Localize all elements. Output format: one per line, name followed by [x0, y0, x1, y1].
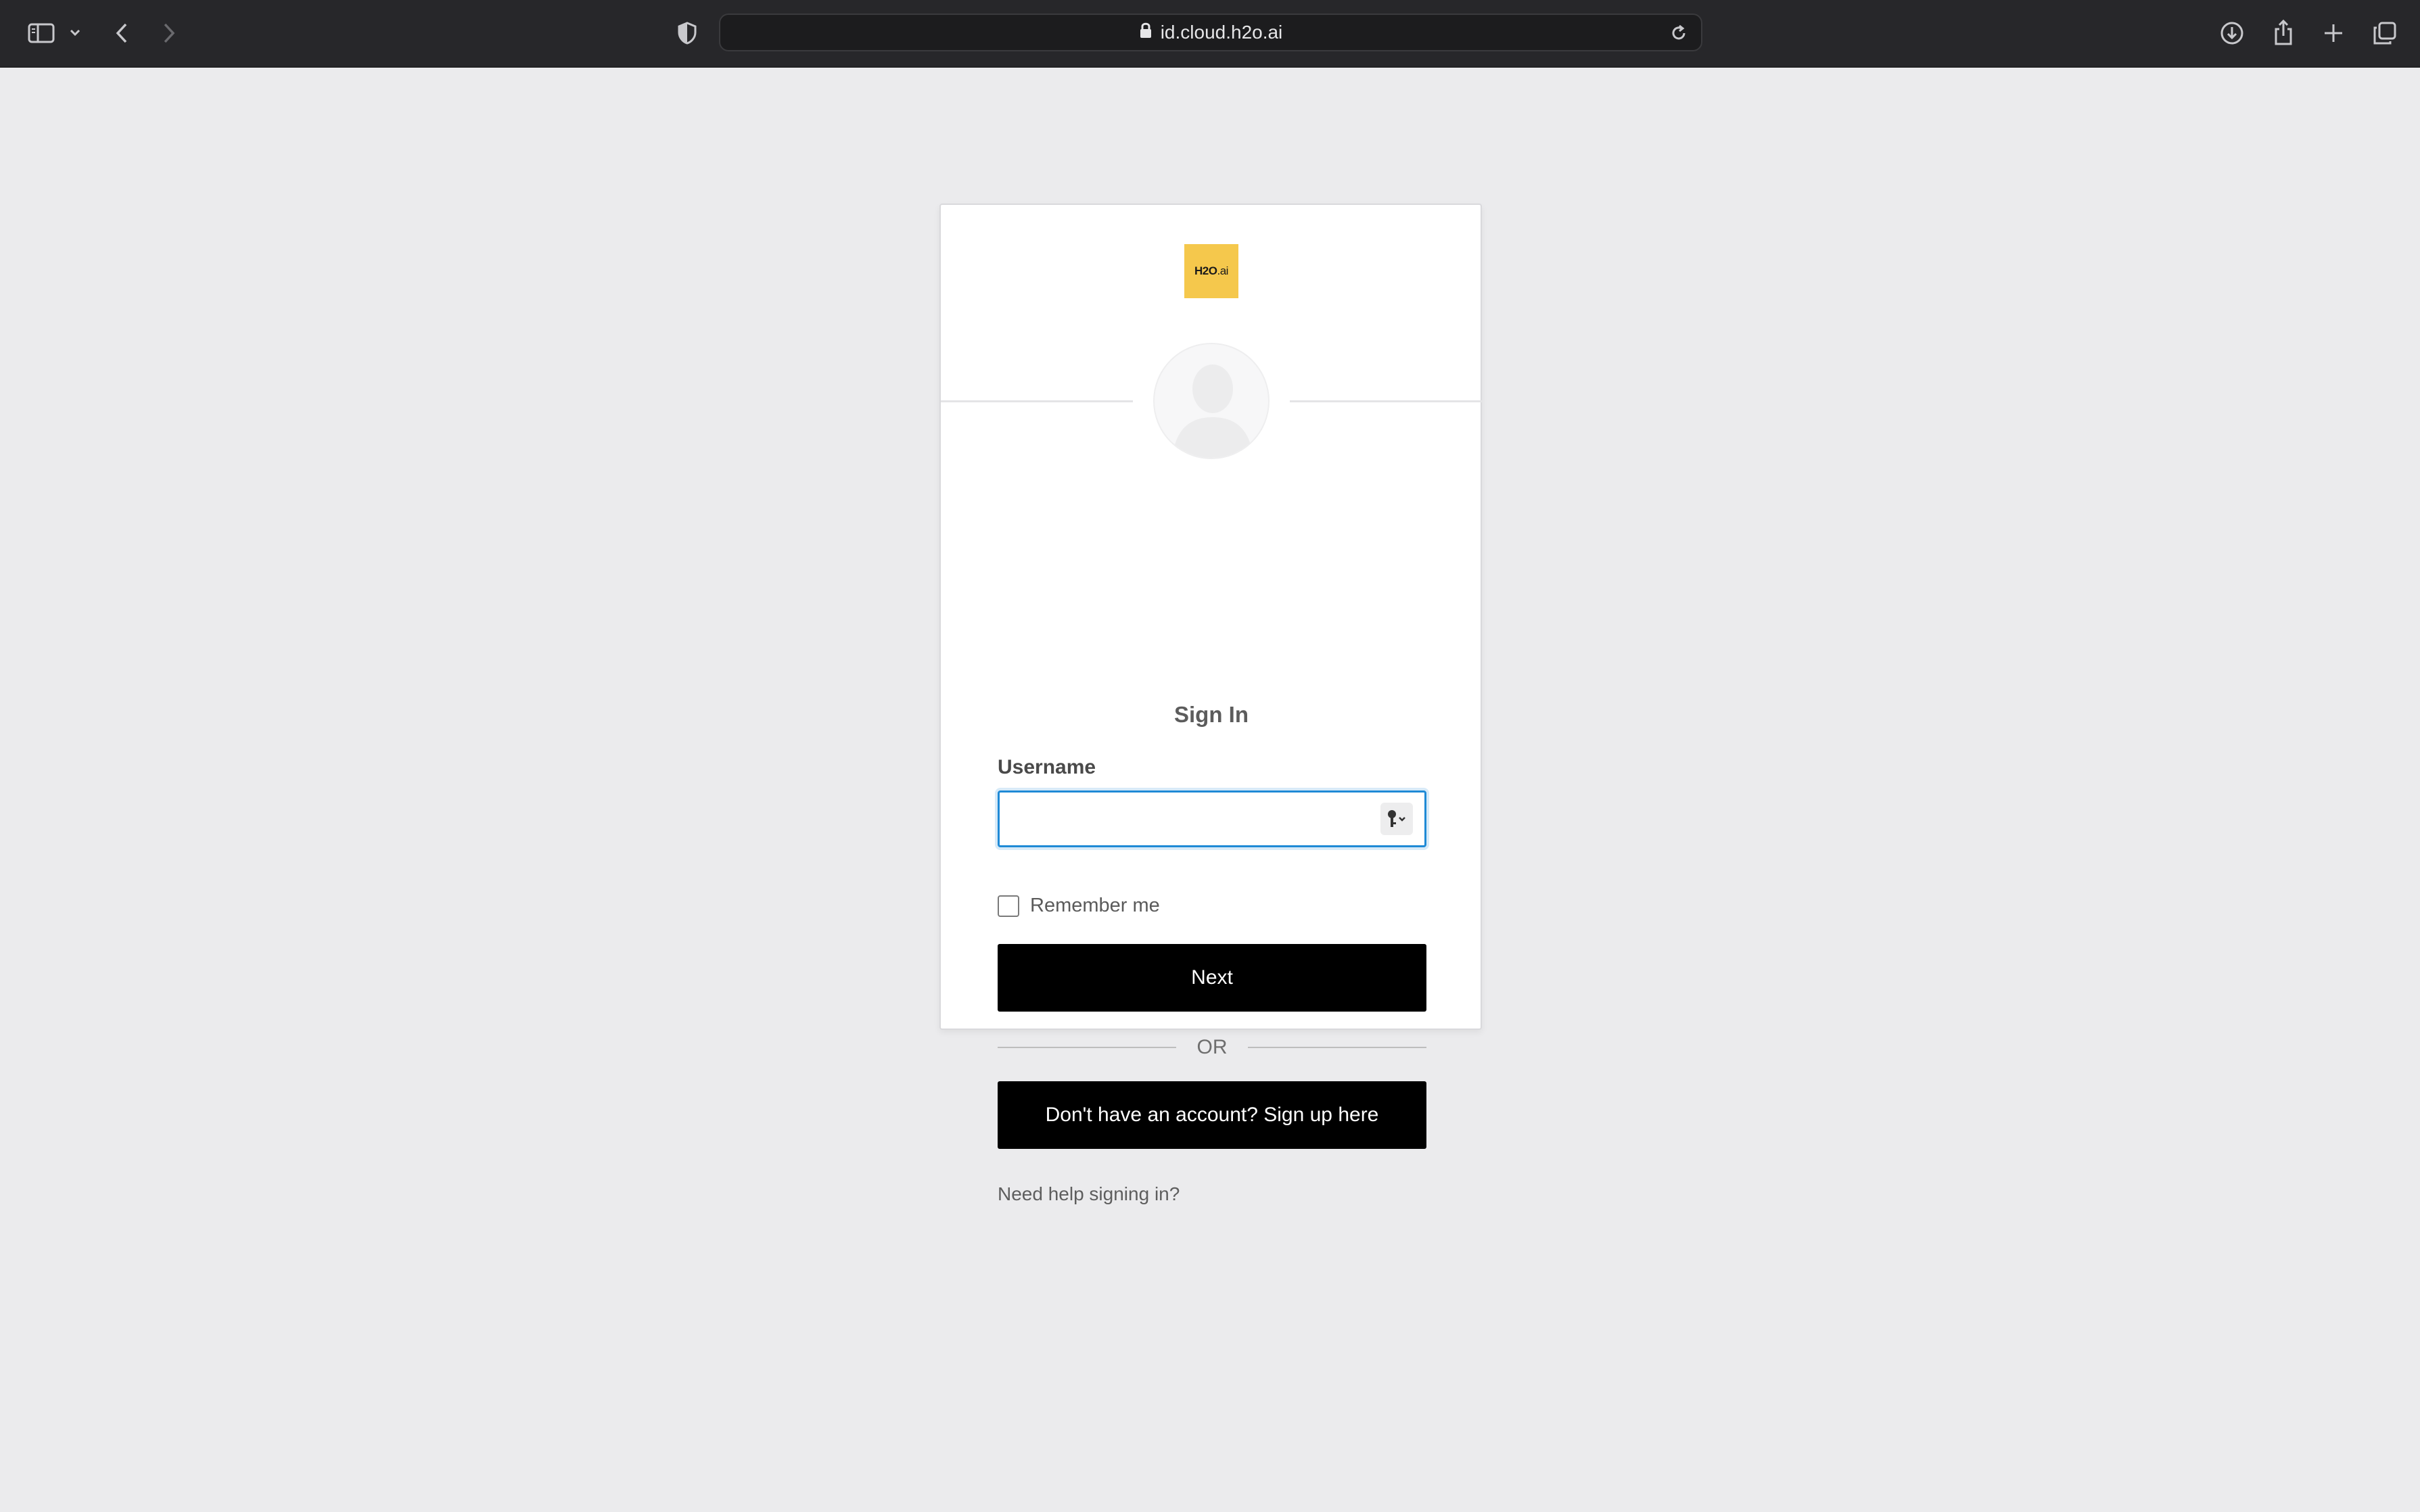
sidebar-icon[interactable] [24, 18, 58, 49]
address-bar[interactable]: id.cloud.h2o.ai [719, 14, 1702, 51]
forward-arrow-icon[interactable] [156, 18, 183, 49]
h2o-logo: H2O .ai [1184, 244, 1238, 298]
signup-button[interactable]: Don't have an account? Sign up here [998, 1081, 1426, 1149]
remember-me-checkbox[interactable] [998, 895, 1019, 917]
user-avatar-icon [1153, 343, 1270, 459]
login-card: H2O .ai Sign In Username Remember me Next… [939, 204, 1482, 1204]
download-icon[interactable] [2218, 18, 2246, 49]
back-arrow-icon[interactable] [108, 18, 135, 49]
chevron-down-icon[interactable] [66, 23, 84, 42]
username-label: Username [998, 756, 1096, 778]
header-divider [941, 400, 1133, 402]
remember-me-row[interactable]: Remember me [998, 895, 1160, 917]
help-signing-in-link[interactable]: Need help signing in? [998, 1183, 1180, 1205]
page-title: Sign In [1174, 702, 1249, 727]
header-divider [1290, 400, 1482, 402]
or-line [1248, 1047, 1426, 1048]
username-input[interactable] [998, 790, 1426, 847]
lock-icon [1139, 22, 1153, 44]
password-manager-key-icon[interactable] [1380, 803, 1413, 835]
tabs-icon[interactable] [2370, 18, 2400, 49]
or-divider: OR [998, 1033, 1426, 1067]
remember-me-label[interactable]: Remember me [1030, 895, 1160, 917]
url-text: id.cloud.h2o.ai [1160, 22, 1283, 43]
shield-icon[interactable] [672, 18, 702, 49]
browser-toolbar: id.cloud.h2o.ai [0, 0, 2420, 68]
share-icon[interactable] [2270, 16, 2297, 49]
reload-icon[interactable] [1667, 22, 1690, 45]
next-button[interactable]: Next [998, 944, 1426, 1012]
plus-icon[interactable] [2320, 18, 2347, 49]
